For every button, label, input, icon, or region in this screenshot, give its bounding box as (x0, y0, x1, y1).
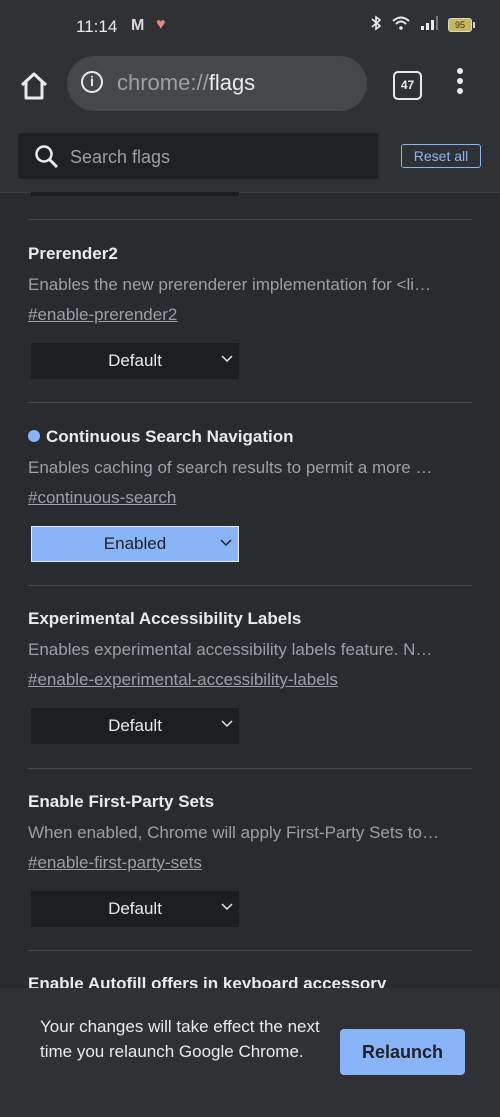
divider (28, 585, 472, 586)
wifi-icon (392, 16, 410, 34)
address-bar[interactable]: i chrome://flags (67, 56, 367, 111)
flag-title-text: Continuous Search Navigation (46, 427, 294, 446)
battery-icon: 95 (448, 18, 475, 32)
chevron-down-icon (221, 903, 233, 911)
divider (28, 219, 472, 220)
flag-item-continuous-search: Continuous Search Navigation Enables cac… (28, 425, 472, 562)
url-host: flags (208, 70, 256, 95)
chevron-down-icon (221, 355, 233, 363)
flag-link[interactable]: #enable-prerender2 (28, 303, 472, 327)
flags-list: Prerender2 Enables the new prerenderer i… (0, 192, 500, 988)
flag-description: Enables caching of search results to per… (28, 458, 433, 477)
flag-select[interactable]: Default (31, 708, 239, 744)
flag-select[interactable]: Default (31, 891, 239, 927)
flag-select-value: Default (108, 716, 162, 735)
previous-flag-select (31, 192, 239, 196)
flag-select-value: Enabled (103, 534, 167, 553)
divider (28, 402, 472, 403)
status-bar: 11:14 M ♥ 95 (0, 0, 500, 56)
gmail-icon: M (131, 17, 145, 34)
browser-toolbar: i chrome://flags 47 (0, 56, 500, 122)
relaunch-snackbar: Your changes will take effect the next t… (0, 988, 500, 1117)
flag-title: Continuous Search Navigation (28, 425, 472, 449)
status-icons: 95 (370, 15, 475, 35)
flag-item-prerender2: Prerender2 Enables the new prerenderer i… (28, 242, 472, 379)
flag-select-value: Default (108, 351, 162, 370)
flag-description: Enables experimental accessibility label… (28, 640, 433, 659)
bluetooth-icon (370, 15, 382, 35)
flag-select-value: Default (108, 899, 162, 918)
search-bar-area: Reset all (0, 122, 500, 193)
search-box[interactable] (18, 133, 378, 179)
flag-select[interactable]: Default (31, 343, 239, 379)
reset-all-button[interactable]: Reset all (401, 144, 481, 168)
more-vert-icon[interactable] (450, 68, 470, 100)
search-icon (34, 144, 60, 170)
heart-icon: ♥ (156, 16, 166, 33)
flag-item-first-party-sets: Enable First-Party Sets When enabled, Ch… (28, 790, 472, 927)
flag-title: Experimental Accessibility Labels (28, 609, 302, 628)
info-icon[interactable]: i (81, 71, 103, 93)
modified-dot-icon (28, 430, 40, 442)
chevron-down-icon (220, 539, 232, 547)
flag-link[interactable]: #continuous-search (28, 486, 472, 510)
chevron-down-icon (221, 720, 233, 728)
divider (28, 768, 472, 769)
flag-select[interactable]: Enabled (31, 526, 239, 562)
divider (28, 950, 472, 951)
tab-switcher-button[interactable]: 47 (393, 71, 422, 100)
relaunch-button[interactable]: Relaunch (340, 1029, 465, 1075)
signal-icon (420, 16, 438, 34)
flag-title: Prerender2 (28, 244, 118, 263)
flag-title-partial: Enable Autofill offers in keyboard acces… (28, 974, 387, 988)
flag-item-accessibility-labels: Experimental Accessibility Labels Enable… (28, 607, 472, 744)
url-text[interactable]: chrome://flags (117, 70, 255, 96)
flag-link[interactable]: #enable-experimental-accessibility-label… (28, 668, 472, 692)
snackbar-message: Your changes will take effect the next t… (40, 1017, 320, 1061)
flag-title: Enable First-Party Sets (28, 792, 215, 811)
home-icon[interactable] (16, 68, 52, 104)
status-time: 11:14 (76, 17, 118, 36)
url-scheme: chrome:// (117, 70, 209, 95)
search-input[interactable] (68, 142, 362, 172)
flag-description: Enables the new prerenderer implementati… (28, 275, 432, 294)
flag-description: When enabled, Chrome will apply First-Pa… (28, 823, 439, 842)
flag-link[interactable]: #enable-first-party-sets (28, 851, 472, 875)
